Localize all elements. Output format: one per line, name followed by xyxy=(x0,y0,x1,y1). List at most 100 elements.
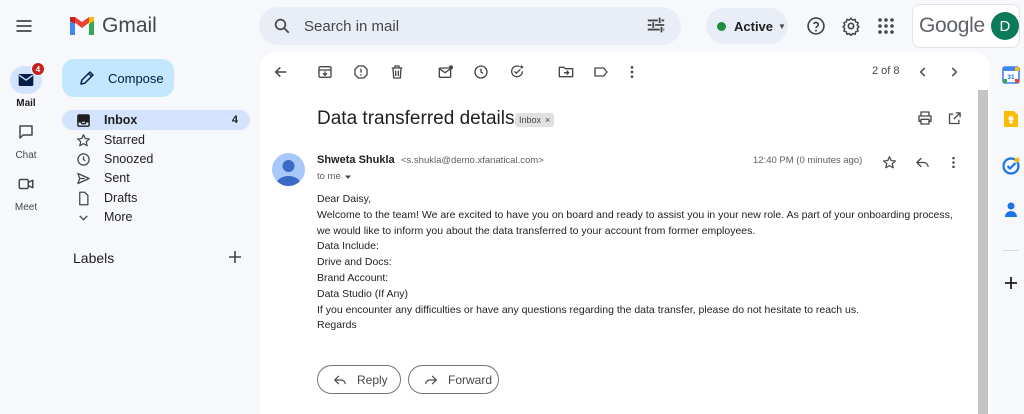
chevron-down-icon xyxy=(78,214,88,221)
clock-icon xyxy=(76,152,90,166)
settings-button[interactable] xyxy=(839,14,863,38)
pager-text: 2 of 8 xyxy=(872,65,900,77)
nav-label-drafts: Drafts xyxy=(104,191,138,205)
trash-icon xyxy=(391,65,403,79)
close-icon[interactable]: × xyxy=(545,115,550,125)
archive-button[interactable] xyxy=(316,63,334,81)
app-name: Gmail xyxy=(102,14,157,37)
print-button[interactable] xyxy=(916,109,934,127)
rail-item-chat[interactable]: Chat xyxy=(0,118,52,161)
delete-button[interactable] xyxy=(388,63,406,81)
forward-icon xyxy=(425,375,438,384)
nav-item-sent[interactable]: Sent xyxy=(62,168,250,188)
status-dropdown[interactable]: Active ▼ xyxy=(706,8,788,44)
compose-button[interactable]: Compose xyxy=(62,59,174,97)
message-view: 2 of 8 Data transferred details Inbox × … xyxy=(260,52,990,414)
status-label: Active xyxy=(734,18,774,34)
rail-item-meet[interactable]: Meet xyxy=(0,170,52,213)
more-options-button[interactable] xyxy=(623,63,641,81)
nav-item-snoozed[interactable]: Snoozed xyxy=(62,149,250,169)
more-vert-icon xyxy=(630,66,634,78)
rail-label-chat: Chat xyxy=(15,150,37,161)
search-icon xyxy=(274,18,290,34)
nav-item-more[interactable]: More xyxy=(62,207,250,227)
person-icon xyxy=(276,160,301,186)
snooze-button[interactable] xyxy=(472,63,490,81)
search-input[interactable] xyxy=(304,17,634,35)
search-button[interactable] xyxy=(270,14,294,38)
apps-button[interactable] xyxy=(874,14,898,38)
contacts-app-button[interactable] xyxy=(1000,199,1022,221)
open-new-window-button[interactable] xyxy=(945,109,963,127)
keep-icon xyxy=(1004,111,1018,127)
gmail-m-icon xyxy=(70,17,94,35)
draft-icon xyxy=(78,191,88,205)
rail-meet-button[interactable] xyxy=(10,170,42,198)
nav-item-inbox[interactable]: Inbox 4 xyxy=(62,110,250,130)
chevron-left-icon xyxy=(919,67,926,77)
nav-label-snoozed: Snoozed xyxy=(104,152,154,166)
open-in-new-icon xyxy=(948,111,961,124)
mail-icon xyxy=(18,74,34,86)
support-button[interactable] xyxy=(804,14,828,38)
add-to-tasks-button[interactable] xyxy=(508,63,526,81)
archive-icon xyxy=(318,66,332,78)
inbox-count: 4 xyxy=(231,114,238,126)
google-logo: Google xyxy=(919,14,985,37)
scrollbar[interactable] xyxy=(978,90,988,414)
tasks-app-button[interactable] xyxy=(1000,155,1022,177)
older-button[interactable] xyxy=(945,63,963,81)
body-line: Data Studio (If Any) xyxy=(317,287,409,300)
forward-button[interactable]: Forward xyxy=(408,365,499,394)
folder-chip[interactable]: Inbox × xyxy=(515,113,555,127)
create-label-button[interactable] xyxy=(228,250,242,264)
body-line: If you encounter any difficulties or hav… xyxy=(317,303,860,316)
tasks-icon xyxy=(1002,157,1020,175)
clock-icon xyxy=(474,65,488,79)
contacts-icon xyxy=(1005,202,1017,217)
rail-mail-button[interactable]: 4 xyxy=(10,62,45,94)
reply-icon xyxy=(333,375,346,384)
message-body: Dear Daisy, Welcome to the team! We are … xyxy=(317,192,977,334)
chevron-right-icon xyxy=(951,67,958,77)
search-bar[interactable] xyxy=(259,7,681,45)
report-spam-button[interactable] xyxy=(352,63,370,81)
nav-label-inbox: Inbox xyxy=(104,113,138,127)
tune-icon xyxy=(647,17,665,33)
recipient-details-toggle[interactable]: to me xyxy=(317,171,352,182)
account-avatar[interactable]: D xyxy=(990,12,1019,40)
star-icon xyxy=(76,133,90,146)
forward-label: Forward xyxy=(448,372,493,387)
body-line: we would like to inform you about the da… xyxy=(317,224,756,237)
keep-app-button[interactable] xyxy=(1000,108,1022,130)
report-icon xyxy=(354,65,368,79)
svg-text:31: 31 xyxy=(1007,74,1015,81)
side-panel-divider xyxy=(1003,250,1019,251)
move-to-button[interactable] xyxy=(557,63,575,81)
newer-button[interactable] xyxy=(914,63,932,81)
search-options-button[interactable] xyxy=(645,14,667,36)
mark-unread-button[interactable] xyxy=(437,63,455,81)
nav-item-drafts[interactable]: Drafts xyxy=(62,188,250,208)
nav-item-starred[interactable]: Starred xyxy=(62,130,250,150)
rail-item-mail[interactable]: 4 Mail xyxy=(0,62,52,109)
back-button[interactable] xyxy=(272,63,290,81)
sender-avatar[interactable] xyxy=(272,153,305,186)
rail-chat-button[interactable] xyxy=(10,118,42,146)
body-line: Drive and Docs: xyxy=(317,256,392,269)
star-button[interactable] xyxy=(880,153,898,171)
get-addons-button[interactable] xyxy=(1000,272,1022,294)
body-line: Dear Daisy, xyxy=(317,193,372,205)
send-icon xyxy=(76,172,90,184)
reply-icon-button[interactable] xyxy=(913,153,931,171)
main-menu-button[interactable] xyxy=(8,10,40,42)
reply-button[interactable]: Reply xyxy=(317,365,401,394)
labels-button[interactable] xyxy=(592,63,610,81)
sender-name[interactable]: Shweta Shukla xyxy=(317,154,395,166)
message-more-button[interactable] xyxy=(944,153,962,171)
gear-icon xyxy=(842,17,860,36)
gmail-logo[interactable]: Gmail xyxy=(68,14,157,38)
help-icon xyxy=(807,17,825,35)
account-switcher[interactable]: Google D xyxy=(912,4,1020,48)
calendar-app-button[interactable]: 31 xyxy=(1000,64,1022,86)
